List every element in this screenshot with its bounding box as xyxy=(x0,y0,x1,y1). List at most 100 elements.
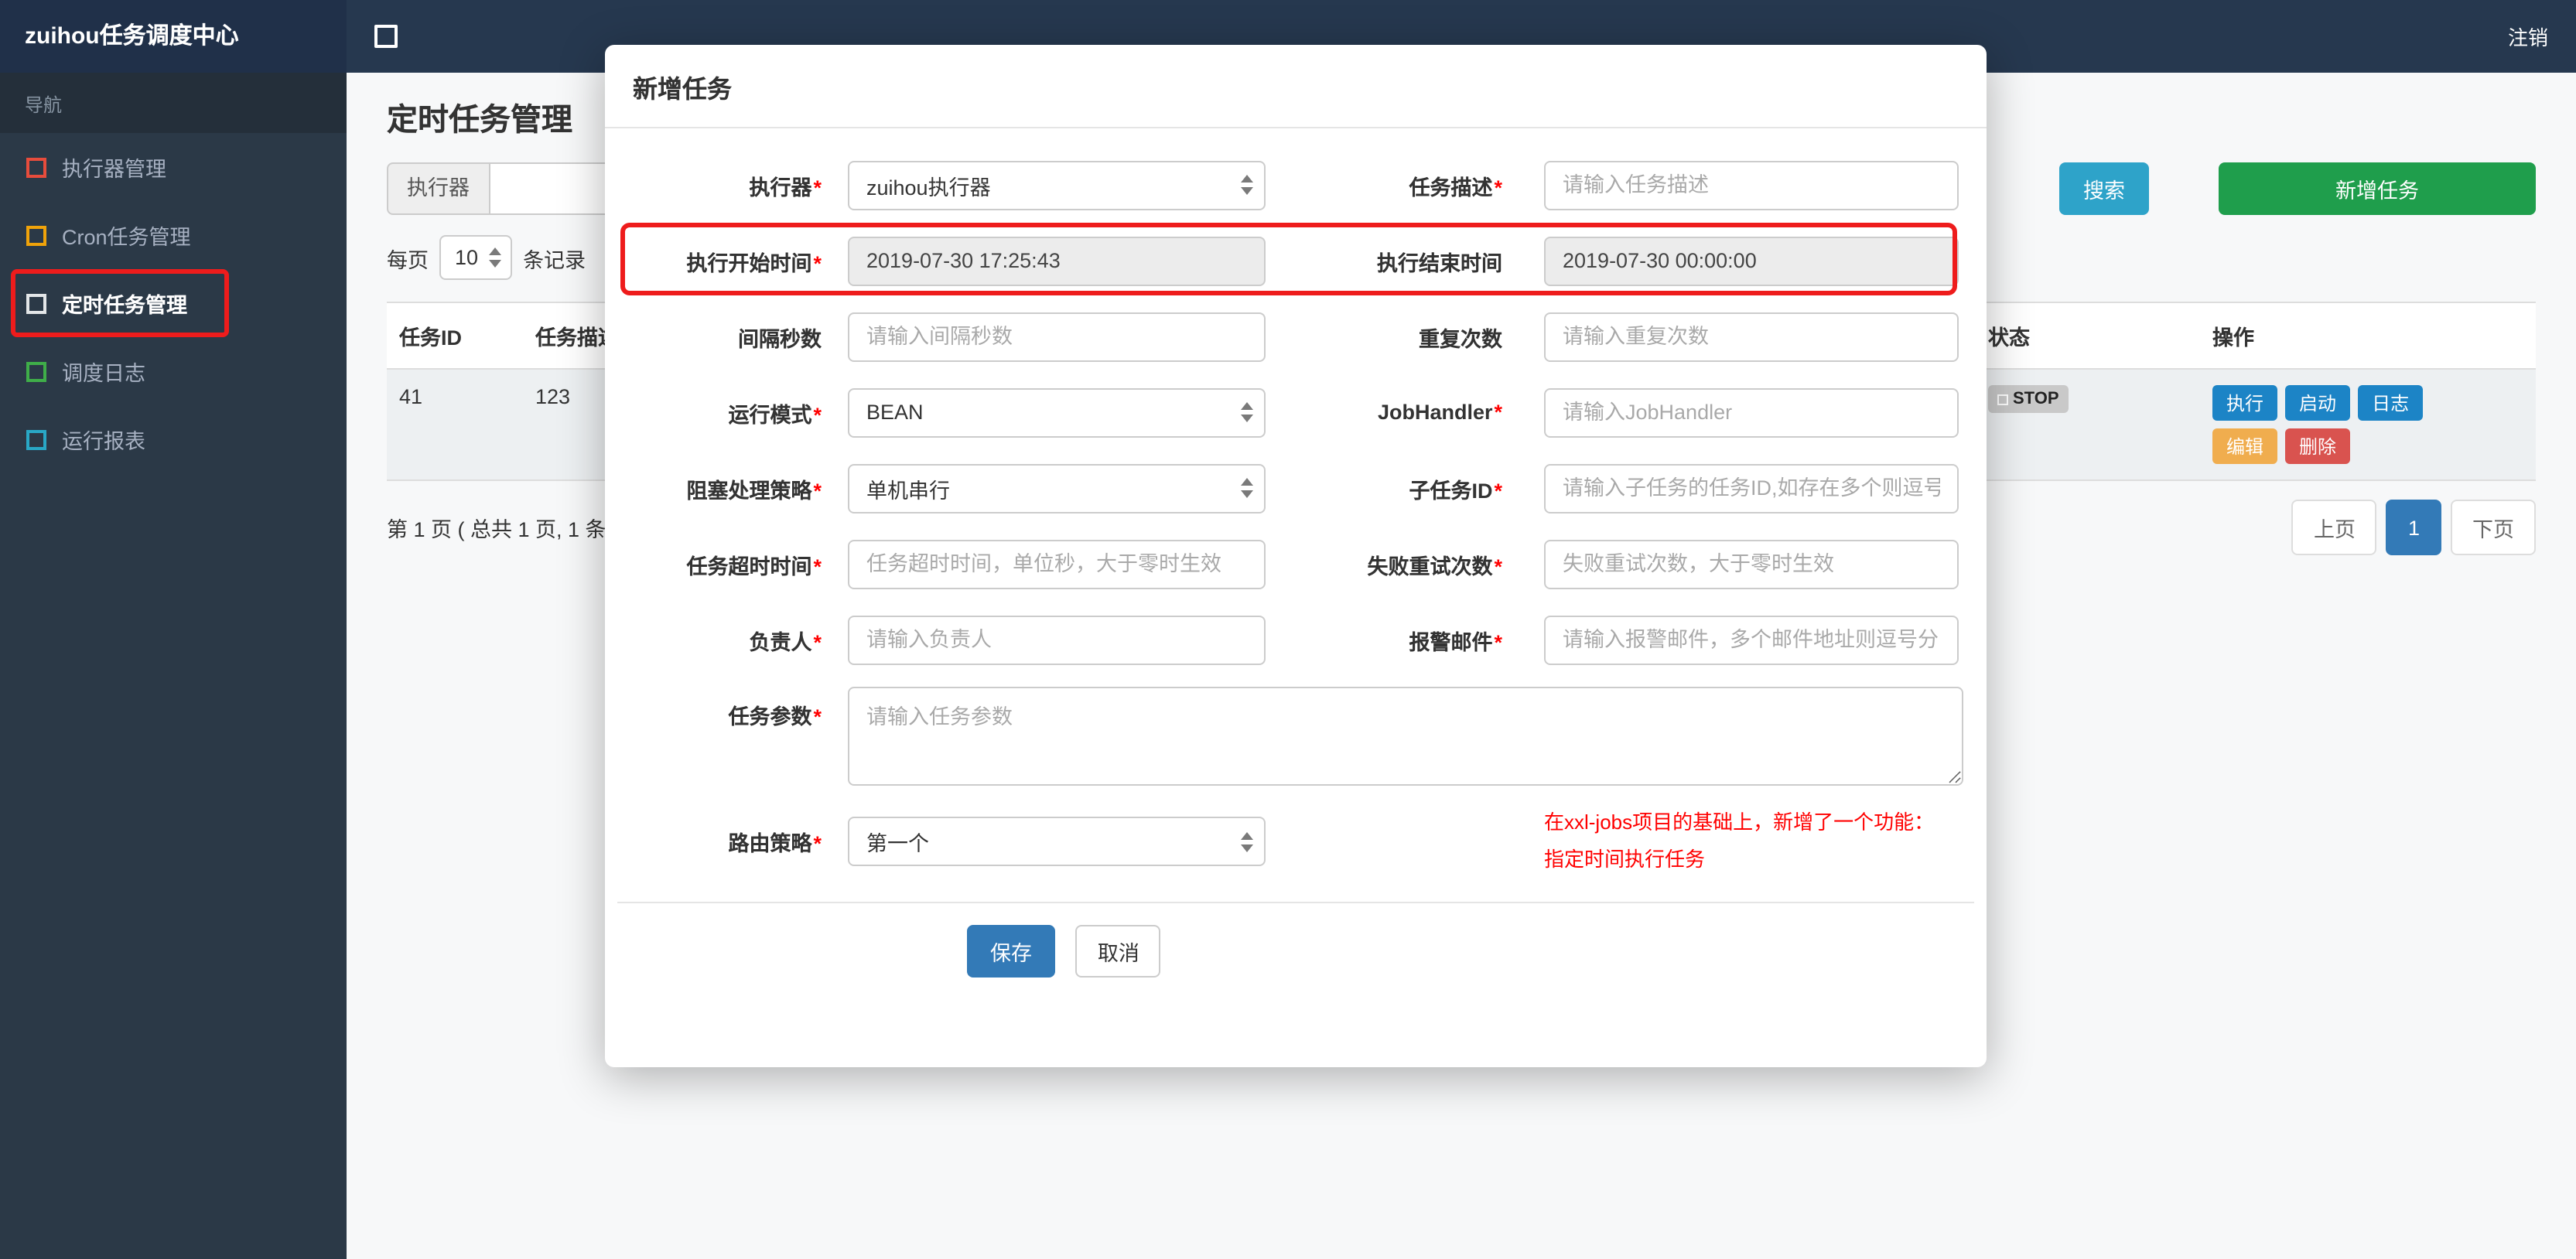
logout-link[interactable]: 注销 xyxy=(2508,22,2548,51)
app-brand: zuihou任务调度中心 xyxy=(0,0,347,73)
select-value: zuihou执行器 xyxy=(866,176,991,199)
prev-page-button[interactable]: 上页 xyxy=(2291,500,2377,555)
add-job-button[interactable]: 新增任务 xyxy=(2219,162,2536,215)
pagination: 上页 1 下页 xyxy=(2291,500,2536,555)
field-label: 执行开始时间 * xyxy=(686,251,822,275)
sidebar-item-label: Cron任务管理 xyxy=(62,226,191,249)
cell-status: STOP xyxy=(1976,370,2200,481)
select-value: BEAN xyxy=(866,401,924,424)
author-input[interactable] xyxy=(848,615,1266,664)
field-label: 阻塞处理策略 * xyxy=(686,479,822,502)
fail-retry-input[interactable] xyxy=(1544,539,1959,589)
field-label: 路由策略 * xyxy=(728,832,822,855)
sidebar-toggle-icon[interactable] xyxy=(374,25,398,48)
square-icon xyxy=(26,293,46,313)
form-row-datetime: 执行开始时间* 执行结束时间 xyxy=(617,223,1974,299)
select-value: 单机串行 xyxy=(866,479,950,502)
interval-input[interactable] xyxy=(848,312,1266,361)
feature-note-line2: 指定时间执行任务 xyxy=(1544,848,1706,871)
modal-footer: 保存 取消 xyxy=(617,903,1974,1067)
select-value: 10 xyxy=(455,246,479,269)
job-param-textarea[interactable] xyxy=(848,687,1963,786)
sidebar-item-dispatch-log[interactable]: 调度日志 xyxy=(0,337,347,405)
field-label: 任务参数 * xyxy=(728,705,822,728)
form-row: 任务超时时间* 失败重试次数* xyxy=(617,526,1974,602)
field-label: 失败重试次数 * xyxy=(1367,554,1502,578)
executor-select[interactable]: zuihou执行器 xyxy=(848,160,1266,210)
sidebar-item-label: 调度日志 xyxy=(62,362,145,385)
op-edit-button[interactable]: 编辑 xyxy=(2212,428,2278,464)
sidebar: 导航 执行器管理 Cron任务管理 定时任务管理 调度日志 运行报表 xyxy=(0,73,347,1259)
sidebar-nav-header: 导航 xyxy=(0,73,347,133)
job-desc-input[interactable] xyxy=(1544,160,1959,210)
op-log-button[interactable]: 日志 xyxy=(2358,385,2424,421)
next-page-button[interactable]: 下页 xyxy=(2451,500,2536,555)
form-row-route: 路由策略 * 第一个 在xxl-jobs项目的基础上，新增了一个功能： 指定时间执… xyxy=(617,801,1974,882)
col-header-job-id: 任务ID xyxy=(387,302,523,370)
field-label: 任务描述 * xyxy=(1409,176,1502,199)
repeat-count-input[interactable] xyxy=(1544,312,1959,361)
screenshot-stage: zuihou任务调度中心 注销 导航 执行器管理 Cron任务管理 定时任务管理 xyxy=(0,0,2576,1259)
sidebar-item-cron-jobs[interactable]: Cron任务管理 xyxy=(0,201,347,269)
field-label: 任务超时时间 * xyxy=(686,554,822,578)
op-execute-button[interactable]: 执行 xyxy=(2212,385,2278,421)
modal-body: 执行器* zuihou执行器 任务描述* 执行开始时间* 执行结束时间 间隔秒数… xyxy=(605,128,1987,1067)
executor-filter-addon: 执行器 xyxy=(387,162,488,215)
field-label: JobHandler * xyxy=(1377,401,1502,424)
start-time-input[interactable] xyxy=(848,236,1266,285)
form-row: 阻塞处理策略 * 单机串行 子任务ID * xyxy=(617,450,1974,526)
end-time-input[interactable] xyxy=(1544,236,1959,285)
alarm-email-input[interactable] xyxy=(1544,615,1959,664)
job-handler-input[interactable] xyxy=(1544,387,1959,437)
add-job-modal: 新增任务 执行器* zuihou执行器 任务描述* 执行开始时间* 执行结束时间 xyxy=(605,45,1987,1067)
stop-square-icon xyxy=(1997,394,2008,404)
select-stepper-icon xyxy=(1241,175,1253,195)
op-buttons: 执行 启动 日志 编辑 删除 xyxy=(2212,385,2463,464)
field-label: 执行器 * xyxy=(749,176,822,199)
timeout-input[interactable] xyxy=(848,539,1266,589)
square-icon xyxy=(26,429,46,449)
sidebar-item-executor-manage[interactable]: 执行器管理 xyxy=(0,133,347,201)
cell-job-id: 41 xyxy=(387,370,523,481)
op-start-button[interactable]: 启动 xyxy=(2285,385,2351,421)
current-page-button[interactable]: 1 xyxy=(2386,500,2441,555)
sidebar-item-timed-jobs[interactable]: 定时任务管理 xyxy=(0,269,347,337)
select-stepper-icon xyxy=(1241,478,1253,498)
col-header-status: 状态 xyxy=(1976,302,2200,370)
app-root: zuihou任务调度中心 注销 导航 执行器管理 Cron任务管理 定时任务管理 xyxy=(0,0,2576,1259)
field-label: 子任务ID * xyxy=(1409,479,1502,502)
field-label: 运行模式 * xyxy=(728,403,822,426)
select-value: 第一个 xyxy=(866,832,929,855)
modal-header: 新增任务 xyxy=(605,45,1987,128)
sidebar-item-label: 运行报表 xyxy=(62,430,145,453)
sidebar-item-run-report[interactable]: 运行报表 xyxy=(0,405,347,473)
select-stepper-icon xyxy=(1241,402,1253,422)
cancel-button[interactable]: 取消 xyxy=(1075,925,1161,978)
status-text: STOP xyxy=(2013,390,2059,408)
field-label: 重复次数 xyxy=(1419,327,1502,350)
search-button[interactable]: 搜索 xyxy=(2059,162,2149,215)
sidebar-item-label: 执行器管理 xyxy=(62,158,166,181)
form-row: 间隔秒数 重复次数 xyxy=(617,299,1974,374)
per-page-suffix: 条记录 xyxy=(523,248,586,271)
route-strategy-select[interactable]: 第一个 xyxy=(848,817,1266,866)
form-row: 执行器 * zuihou执行器 任务描述 * xyxy=(617,147,1974,223)
square-icon xyxy=(26,225,46,245)
field-label: 负责人 * xyxy=(749,630,822,653)
form-row-param: 任务参数 * xyxy=(617,687,1974,786)
status-badge: STOP xyxy=(1988,385,2069,413)
block-strategy-select[interactable]: 单机串行 xyxy=(848,463,1266,513)
cell-ops: 执行 启动 日志 编辑 删除 xyxy=(2200,370,2536,481)
glue-type-select[interactable]: BEAN xyxy=(848,387,1266,437)
sidebar-menu: 执行器管理 Cron任务管理 定时任务管理 调度日志 运行报表 xyxy=(0,133,347,473)
square-icon xyxy=(26,361,46,381)
op-delete-button[interactable]: 删除 xyxy=(2285,428,2351,464)
child-job-id-input[interactable] xyxy=(1544,463,1959,513)
per-page-prefix: 每页 xyxy=(387,248,429,271)
select-stepper-icon xyxy=(489,247,502,268)
form-row: 负责人* 报警邮件* xyxy=(617,602,1974,677)
save-button[interactable]: 保存 xyxy=(967,925,1055,978)
square-icon xyxy=(26,157,46,177)
per-page-select[interactable]: 10 xyxy=(439,235,513,280)
modal-title: 新增任务 xyxy=(633,77,733,104)
